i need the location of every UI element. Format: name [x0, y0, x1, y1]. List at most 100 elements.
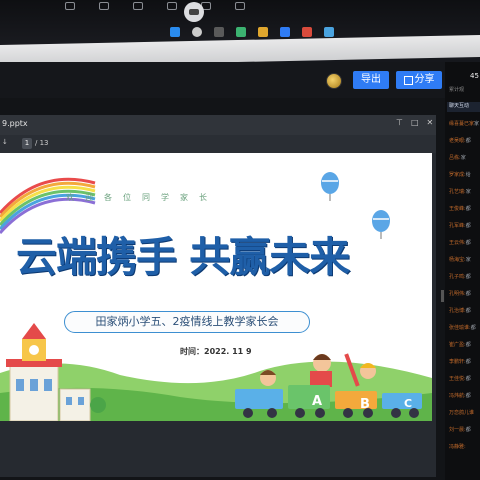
tab-chat[interactable]: 聊天互动 [447, 102, 480, 112]
chat-message: 缘喜蔓已家家 [449, 120, 479, 127]
slide-date: 时间：2022. 11 9 [180, 347, 252, 356]
toolbar-item[interactable] [162, 2, 182, 22]
close-icon[interactable]: ✕ [427, 118, 434, 132]
chat-author: 张佳瑜谁: [449, 325, 471, 331]
chat-text: 都 [465, 359, 471, 365]
chat-author: 崔广盈: [449, 342, 466, 348]
toolbar-icon [167, 2, 177, 10]
chat-message: 孔艺瑞:家 [449, 188, 471, 195]
meeting-toolbar [60, 2, 280, 22]
chat-text: 都 [470, 325, 476, 331]
chat-author: 孔明伟: [449, 291, 466, 297]
slide-title: 云端携手 共赢未来 [16, 233, 350, 281]
chat-text: 都 [465, 274, 471, 280]
folder-icon[interactable] [258, 27, 268, 37]
balloon-icon [372, 210, 390, 239]
toolbar-item[interactable] [128, 2, 148, 22]
chat-message: 王云伟:都 [449, 239, 471, 246]
chat-author: 吕栋: [449, 155, 461, 161]
toolbar-icon [99, 2, 109, 10]
chat-text: 都 [465, 223, 471, 229]
chat-text: 都 [465, 376, 471, 382]
share-button[interactable]: 分享 [396, 71, 442, 89]
chat-author: 缘喜蔓已家 [449, 121, 475, 127]
train-letter: C [404, 397, 412, 410]
app-toolbar: 导出 分享 [0, 62, 445, 98]
pin-icon[interactable]: ⊤ [396, 118, 403, 132]
chat-text: 都 [465, 308, 471, 314]
chat-author: 孔艺瑞: [449, 189, 466, 195]
maximize-icon[interactable]: □ [411, 118, 419, 132]
toolbar-item[interactable] [60, 2, 80, 22]
chat-message: 杨海宝:家 [449, 256, 471, 263]
file-name: 9.pptx [2, 119, 28, 128]
chat-author: 李鹏轩: [449, 359, 466, 365]
chat-message: 崔广盈:都 [449, 341, 471, 348]
share-icon [403, 75, 413, 85]
viewer-count: 45 [470, 72, 479, 80]
chat-author: 冯静雅: [449, 444, 466, 450]
chat-author: 孔子鸣: [449, 274, 466, 280]
chat-author: 冯炜航: [449, 393, 466, 399]
page-number-input[interactable]: 1 [22, 138, 32, 149]
train-letter: A [312, 394, 322, 409]
chat-scrollbar[interactable] [441, 290, 444, 302]
share-label: 分享 [414, 74, 435, 85]
page-navigation: ↓ 1 / 13 [0, 135, 436, 153]
toolbar-item[interactable] [94, 2, 114, 22]
chat-message: 王佳悦:都 [449, 375, 471, 382]
toolbar-icon [235, 2, 245, 10]
chat-message: 吕栋:家 [449, 154, 466, 161]
chat-message: 王俊峰:都 [449, 205, 471, 212]
app-icon[interactable] [236, 27, 246, 37]
chat-author: 王俊峰: [449, 206, 466, 212]
browser-icon[interactable] [280, 27, 290, 37]
chat-message: 孔军峰:都 [449, 222, 471, 229]
chat-author: 杨海宝: [449, 257, 466, 263]
chat-message: 孔治博:都 [449, 307, 471, 314]
chat-message: 冯静雅: [449, 443, 466, 450]
chat-author: 孔治博: [449, 308, 466, 314]
viewer-label: 累计观 [449, 87, 465, 93]
export-button[interactable]: 导出 [353, 71, 389, 89]
toolbar-item[interactable] [230, 2, 250, 22]
chat-message: 冯炜航:都 [449, 392, 471, 399]
search-icon[interactable] [192, 27, 202, 37]
chat-text: 都 [465, 291, 471, 297]
chat-text: 家 [465, 189, 471, 195]
chat-text: 给 [465, 172, 471, 178]
chat-text: 都 [465, 138, 471, 144]
chat-text: 家 [465, 257, 471, 263]
chat-author: 万恋鸽儿谁 [449, 410, 475, 416]
chevron-left-icon[interactable]: ↓ [2, 138, 8, 146]
chat-text: 家 [474, 121, 480, 127]
task-view-icon[interactable] [214, 27, 224, 37]
chat-message: 李鹏轩:都 [449, 358, 471, 365]
chat-text: 都 [465, 240, 471, 246]
school-meeting-label: 田家炳小学五、2疫情线上教学家长会 [64, 311, 310, 333]
chat-author: 王云伟: [449, 240, 466, 246]
record-icon [189, 9, 199, 15]
toolbar-icon [65, 2, 75, 10]
window-controls: ⊤ □ ✕ [396, 118, 436, 132]
chat-author: 老吴眼: [449, 138, 466, 144]
chat-message: 罗家成:给 [449, 171, 471, 178]
app-icon[interactable] [324, 27, 334, 37]
page-total: / 13 [35, 139, 49, 147]
chat-author: 刘一晨: [449, 427, 466, 433]
app-icon[interactable] [302, 27, 312, 37]
chat-message: 刘一晨:都 [449, 426, 471, 433]
chat-text: 都 [465, 393, 471, 399]
chat-message: 张佳瑜谁:都 [449, 324, 476, 331]
train-letter: B [360, 397, 370, 412]
chat-author: 孔军峰: [449, 223, 466, 229]
chat-text: 家 [460, 155, 466, 161]
file-title-bar: 9.pptx ⊤ □ ✕ [0, 115, 436, 135]
chat-message: 孔明伟:都 [449, 290, 471, 297]
windows-icon[interactable] [170, 27, 180, 37]
chat-author: 罗家成: [449, 172, 466, 178]
chat-message: 万恋鸽儿谁 [449, 409, 474, 416]
record-button[interactable] [184, 2, 204, 22]
slide-subheading: 欢迎各位同学家长 [66, 193, 218, 202]
emoji-icon[interactable] [326, 73, 342, 89]
